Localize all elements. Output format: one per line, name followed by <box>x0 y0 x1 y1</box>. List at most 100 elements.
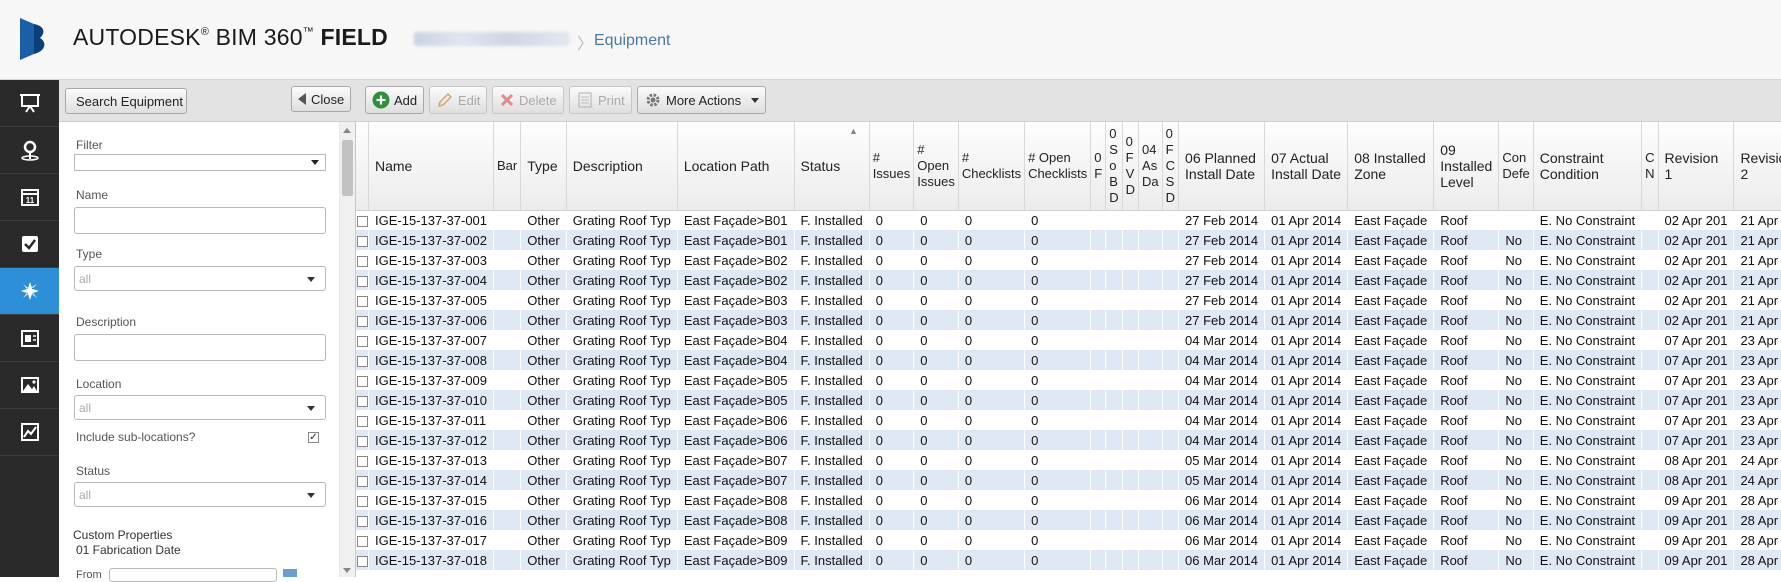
table-row[interactable]: IGE-15-137-37-016 Other Grating Roof Typ Ea… <box>356 510 1781 530</box>
column-header-issues[interactable]: # Issues <box>869 122 915 211</box>
cell-planned: 04 Mar 2014 <box>1178 430 1265 450</box>
nav-reports[interactable] <box>0 315 59 362</box>
filter-select[interactable] <box>74 154 326 171</box>
column-header-open[interactable]: # Open Issues <box>913 122 959 211</box>
edit-button[interactable]: Edit <box>429 86 488 114</box>
table-row[interactable]: IGE-15-137-37-002 Other Grating Roof Typ Ea… <box>356 230 1781 250</box>
row-checkbox[interactable] <box>356 275 368 287</box>
cell-c2 <box>1105 550 1123 570</box>
table-row[interactable]: IGE-15-137-37-001 Other Grating Roof Typ Ea… <box>356 210 1781 230</box>
table-row[interactable]: IGE-15-137-37-009 Other Grating Roof Typ Ea… <box>356 370 1781 390</box>
cell-openchk: 0 <box>1024 550 1091 570</box>
from-date-input[interactable] <box>109 568 277 582</box>
column-header-desc[interactable]: Description <box>566 122 678 211</box>
column-header-actual[interactable]: 07 Actual Install Date <box>1264 122 1349 211</box>
table-row[interactable]: IGE-15-137-37-008 Other Grating Roof Typ Ea… <box>356 350 1781 370</box>
svg-text:11: 11 <box>25 196 34 205</box>
row-checkbox[interactable] <box>356 215 368 227</box>
column-header-c3[interactable]: 0 F V D <box>1122 122 1140 211</box>
table-row[interactable]: IGE-15-137-37-013 Other Grating Roof Typ Ea… <box>356 450 1781 470</box>
row-checkbox[interactable] <box>356 295 368 307</box>
project-name-blurred[interactable] <box>414 32 570 46</box>
column-header-type[interactable]: Type <box>520 122 567 211</box>
calendar-picker-icon[interactable] <box>283 569 297 577</box>
name-input[interactable] <box>74 207 326 234</box>
cell-planned: 05 Mar 2014 <box>1185 452 1259 468</box>
nav-images[interactable] <box>0 362 59 409</box>
cell-planned: 27 Feb 2014 <box>1185 292 1259 308</box>
column-header-defect[interactable]: Con Defe <box>1498 122 1534 211</box>
scroll-down-arrow-icon[interactable] <box>343 568 351 573</box>
nav-calendar[interactable]: 11 <box>0 174 59 221</box>
scroll-thumb[interactable] <box>342 140 353 196</box>
row-checkbox[interactable] <box>356 555 368 567</box>
column-header-rev1[interactable]: Revision 1 <box>1658 122 1735 211</box>
row-checkbox[interactable] <box>356 335 368 347</box>
column-header-zone[interactable]: 08 Installed Zone <box>1347 122 1435 211</box>
table-row[interactable]: IGE-15-137-37-017 Other Grating Roof Typ Ea… <box>356 530 1781 550</box>
table-row[interactable]: IGE-15-137-37-006 Other Grating Roof Typ Ea… <box>356 310 1781 330</box>
row-checkbox[interactable] <box>356 395 368 407</box>
column-header-planned[interactable]: 06 Planned Install Date <box>1178 122 1266 211</box>
row-checkbox[interactable] <box>356 495 368 507</box>
row-checkbox[interactable] <box>356 475 368 487</box>
column-header-name[interactable]: Name <box>368 122 495 211</box>
table-row[interactable]: IGE-15-137-37-014 Other Grating Roof Typ Ea… <box>356 470 1781 490</box>
column-header-bar[interactable]: Bar <box>493 122 522 211</box>
nav-equipment[interactable] <box>0 268 59 315</box>
search-equipment-button[interactable]: Search Equipment <box>65 88 187 114</box>
delete-button[interactable]: Delete <box>492 86 564 114</box>
column-header-checklists[interactable]: # Checklists <box>958 122 1026 211</box>
close-panel-button[interactable]: Close <box>291 86 351 112</box>
description-input[interactable] <box>74 334 326 361</box>
table-row[interactable]: IGE-15-137-37-004 Other Grating Roof Typ Ea… <box>356 270 1781 290</box>
column-header-rev2[interactable]: Revision 2 <box>1733 122 1781 211</box>
row-checkbox[interactable] <box>356 315 368 327</box>
cell-c3 <box>1122 490 1138 510</box>
row-checkbox[interactable] <box>356 235 368 247</box>
include-sub-locations-checkbox[interactable]: ✓ <box>308 432 319 443</box>
table-row[interactable]: IGE-15-137-37-011 Other Grating Roof Typ Ea… <box>356 410 1781 430</box>
table-row[interactable]: IGE-15-137-37-005 Other Grating Roof Typ Ea… <box>356 290 1781 310</box>
column-header-level[interactable]: 09 Installed Level <box>1433 122 1500 211</box>
sort-ascending-icon[interactable]: ▲ <box>849 126 858 136</box>
nav-analytics[interactable] <box>0 409 59 456</box>
filter-panel-scrollbar[interactable] <box>340 122 355 577</box>
column-header-c5[interactable]: 0 F C S D <box>1162 122 1180 211</box>
table-row[interactable]: IGE-15-137-37-018 Other Grating Roof Typ Ea… <box>356 550 1781 570</box>
row-checkbox[interactable] <box>356 535 368 547</box>
nav-locations[interactable] <box>0 127 59 174</box>
cell-actual: 01 Apr 2014 <box>1264 390 1348 410</box>
table-row[interactable]: IGE-15-137-37-012 Other Grating Roof Typ Ea… <box>356 430 1781 450</box>
column-header-c2[interactable]: 0 S o B D <box>1105 122 1123 211</box>
status-select[interactable]: all <box>74 482 326 507</box>
cell-actual: 01 Apr 2014 <box>1271 532 1342 548</box>
column-header-c1[interactable]: 0 F <box>1090 122 1107 211</box>
row-checkbox[interactable] <box>356 455 368 467</box>
breadcrumb-current[interactable]: Equipment <box>594 32 671 50</box>
table-row[interactable]: IGE-15-137-37-007 Other Grating Roof Typ Ea… <box>356 330 1781 350</box>
scroll-up-arrow-icon[interactable] <box>343 128 351 133</box>
print-button[interactable]: Print <box>569 86 632 114</box>
add-button[interactable]: Add <box>365 86 425 114</box>
column-header-openchk[interactable]: # Open Checklists <box>1024 122 1092 211</box>
nav-checklists[interactable] <box>0 221 59 268</box>
table-row[interactable]: IGE-15-137-37-010 Other Grating Roof Typ Ea… <box>356 390 1781 410</box>
table-row[interactable]: IGE-15-137-37-015 Other Grating Roof Typ Ea… <box>356 490 1781 510</box>
table-row[interactable]: IGE-15-137-37-003 Other Grating Roof Typ Ea… <box>356 250 1781 270</box>
column-header-c4[interactable]: 04 As Da <box>1138 122 1163 211</box>
more-actions-button[interactable]: More Actions <box>637 86 767 114</box>
column-header-loc[interactable]: Location Path <box>677 122 795 211</box>
row-checkbox[interactable] <box>356 255 368 267</box>
column-header-cond[interactable]: Constraint Condition <box>1533 122 1643 211</box>
row-checkbox[interactable] <box>356 355 368 367</box>
row-checkbox[interactable] <box>356 515 368 527</box>
nav-presentation[interactable] <box>0 80 59 127</box>
column-header-n[interactable]: C N <box>1641 122 1659 211</box>
row-checkbox[interactable] <box>356 375 368 387</box>
location-select[interactable]: all <box>74 395 326 420</box>
row-checkbox[interactable] <box>356 415 368 427</box>
cell-openchk: 0 <box>1031 292 1039 308</box>
type-select[interactable]: all <box>74 266 326 291</box>
row-checkbox[interactable] <box>356 435 368 447</box>
